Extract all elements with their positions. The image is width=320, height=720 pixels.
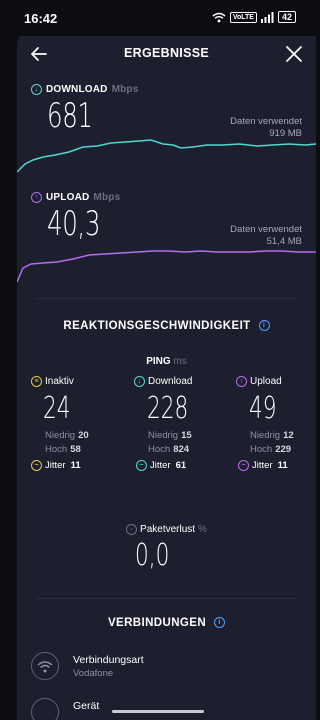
connections-section-title: VERBINDUNGEN i <box>17 617 316 629</box>
ping-upload-column: ↑ Upload 49 Niedrig 12 Hoch 229 ~ Jitter 11 <box>236 376 316 471</box>
device-title: Gerät <box>73 700 100 712</box>
packet-loss-value: 0,0 <box>135 538 170 573</box>
ping-upload-high: Hoch 229 <box>250 444 292 455</box>
home-indicator[interactable] <box>112 710 204 713</box>
page-title: ERGEBNISSE <box>124 46 209 60</box>
jitter-icon: ~ <box>31 460 42 471</box>
device-row[interactable]: Gerät <box>31 696 301 720</box>
ping-title: PING <box>146 356 171 367</box>
ping-upload-label: Upload <box>250 376 282 387</box>
connection-type-value: Vodafone <box>73 668 114 679</box>
ping-upload-jitter: ~ Jitter 11 <box>238 460 316 471</box>
upload-graph <box>17 250 316 283</box>
ping-idle-value: 24 <box>43 391 71 426</box>
divider <box>37 298 296 299</box>
volte-badge: VoLTE <box>229 11 257 23</box>
reaction-section-title: REAKTIONSGESCHWINDIGKEIT i <box>17 320 316 332</box>
ping-download-jitter: ~ Jitter 61 <box>136 460 224 471</box>
status-time: 16:42 <box>24 11 58 26</box>
download-graph <box>17 139 316 173</box>
results-sheet: ERGEBNISSE ↓ DOWNLOAD Mbps 681 Daten ver… <box>17 30 316 720</box>
upload-label: ↑ UPLOAD Mbps <box>31 192 120 203</box>
ping-download-low: Niedrig 15 <box>148 430 192 441</box>
results-header: ERGEBNISSE <box>17 30 316 78</box>
ping-idle-column: ≡ Inaktiv 24 Niedrig 20 Hoch 58 ~ Jitter 11 <box>31 376 121 471</box>
reaction-title-text: REAKTIONSGESCHWINDIGKEIT <box>63 320 251 332</box>
upload-title: UPLOAD <box>46 192 90 203</box>
idle-icon: ≡ <box>31 376 42 387</box>
download-data-label: Daten verwendet <box>230 116 302 127</box>
divider <box>37 598 296 599</box>
wifi-icon <box>31 652 59 680</box>
upload-unit: Mbps <box>93 192 121 203</box>
arrow-down-icon: ↓ <box>31 84 42 95</box>
ping-upload-value: 49 <box>249 391 277 426</box>
ping-idle-high: Hoch 58 <box>45 444 81 455</box>
ping-download-label: Download <box>148 376 193 387</box>
connections-title-text: VERBINDUNGEN <box>107 617 207 629</box>
packet-loss-unit: % <box>197 524 207 536</box>
status-icons: VoLTE 42 <box>212 11 296 23</box>
ping-upload-low: Niedrig 12 <box>250 430 294 441</box>
info-icon[interactable]: i <box>258 320 270 332</box>
arrow-up-icon: ↑ <box>31 192 42 203</box>
close-icon <box>286 46 302 62</box>
connection-type-title: Verbindungsart <box>73 654 144 666</box>
packet-loss-title: Paketverlust <box>140 524 196 536</box>
ping-label: PING ms <box>17 356 316 367</box>
upload-data-label: Daten verwendet <box>230 224 302 235</box>
connection-type-row[interactable]: Verbindungsart Vodafone <box>31 650 301 686</box>
ping-unit: ms <box>173 356 187 367</box>
packet-loss-icon: - <box>126 524 138 535</box>
ping-download-high: Hoch 824 <box>148 444 190 455</box>
jitter-icon: ~ <box>238 460 249 471</box>
close-button[interactable] <box>282 42 306 66</box>
battery-icon: 42 <box>277 11 296 23</box>
ping-idle-low: Niedrig 20 <box>45 430 89 441</box>
download-unit: Mbps <box>111 84 139 95</box>
signal-icon <box>260 11 274 23</box>
arrow-up-icon: ↑ <box>236 376 247 387</box>
ping-idle-label: Inaktiv <box>45 376 74 387</box>
device-icon <box>31 698 59 720</box>
wifi-icon <box>212 12 226 22</box>
download-title: DOWNLOAD <box>46 84 108 95</box>
arrow-down-icon: ↓ <box>134 376 145 387</box>
upload-value: 40,3 <box>47 204 101 244</box>
packet-loss-label: - Paketverlust % <box>17 524 316 535</box>
ping-download-value: 228 <box>147 391 189 426</box>
ping-download-column: ↓ Download 228 Niedrig 15 Hoch 824 ~ Jitte… <box>134 376 224 471</box>
info-icon[interactable]: i <box>214 617 226 629</box>
status-bar: 16:42 VoLTE 42 <box>0 0 316 36</box>
ping-idle-jitter: ~ Jitter 11 <box>31 460 121 471</box>
jitter-icon: ~ <box>136 460 147 471</box>
download-label: ↓ DOWNLOAD Mbps <box>31 84 139 95</box>
